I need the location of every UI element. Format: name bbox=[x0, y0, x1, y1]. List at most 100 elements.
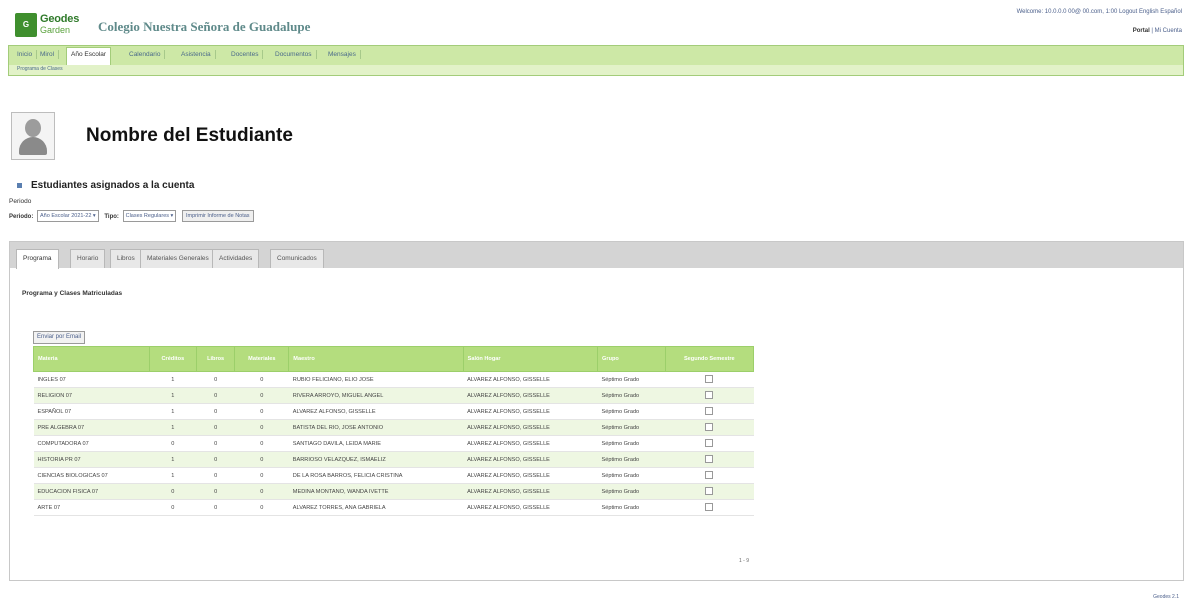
school-name: Colegio Nuestra Señora de Guadalupe bbox=[98, 19, 311, 34]
logo-mark-icon: G bbox=[15, 13, 37, 37]
table-cell bbox=[665, 371, 754, 388]
logo[interactable]: G Geodes Garden bbox=[15, 13, 85, 39]
semester-checkbox[interactable] bbox=[705, 502, 714, 511]
table-cell: 1 bbox=[149, 371, 197, 388]
table-cell: ALVAREZ ALFONSO, GISSELLE bbox=[463, 483, 598, 500]
table-cell: SANTIAGO DAVILA, LEIDA MARIE bbox=[288, 435, 464, 452]
table-cell: 0 bbox=[234, 483, 289, 500]
table-cell bbox=[665, 499, 754, 516]
nav-tab-5[interactable]: Asistencia bbox=[177, 50, 216, 59]
column-header-6[interactable]: Salón Hogar bbox=[462, 346, 599, 372]
table-row: INGLES 07 1 0 0 RUBIO FELICIANO, ELIO JOSE AL… bbox=[33, 371, 754, 388]
table-cell: 0 bbox=[234, 419, 289, 436]
panel-tab-6[interactable]: Comunicados bbox=[270, 249, 324, 268]
table-cell: 1 bbox=[149, 403, 197, 420]
table-cell bbox=[665, 451, 754, 468]
table-cell: 0 bbox=[234, 467, 289, 484]
nav-tab-1[interactable]: Inicio bbox=[13, 50, 38, 59]
table-cell: 0 bbox=[196, 403, 235, 420]
table-row: RELIGION 07 1 0 0 RIVERA ARROYO, MIGUEL ANGE… bbox=[33, 387, 754, 404]
semester-checkbox[interactable] bbox=[705, 486, 714, 495]
table-cell: INGLES 07 bbox=[33, 371, 150, 388]
assigned-students-heading[interactable]: Estudiantes asignados a la cuenta bbox=[17, 180, 194, 191]
table-row: ARTE 07 0 0 0 ALVAREZ TORRES, ANA GABRIELA AL… bbox=[33, 499, 754, 516]
table-cell: 0 bbox=[196, 387, 235, 404]
student-name: Nombre del Estudiante bbox=[86, 125, 293, 146]
portal-links: Portal | Mi Cuenta bbox=[1133, 28, 1182, 34]
tipo-select[interactable]: Clases Regulares ▾ bbox=[122, 210, 177, 222]
table-cell: ARTE 07 bbox=[33, 499, 150, 516]
table-cell: Séptimo Grado bbox=[597, 435, 666, 452]
nav-tab-8[interactable]: Mensajes bbox=[324, 50, 361, 59]
column-header-2[interactable]: Créditos bbox=[148, 346, 197, 372]
table-row: COMPUTADORA 07 0 0 0 SANTIAGO DAVILA, LEIDA … bbox=[33, 435, 754, 452]
account-info[interactable]: Welcome: 10.0.0.0 00@ 00.com, 1:00 Logou… bbox=[1017, 9, 1182, 15]
table-cell: Séptimo Grado bbox=[597, 419, 666, 436]
nav-tab-7[interactable]: Documentos bbox=[271, 50, 317, 59]
table-cell: Séptimo Grado bbox=[597, 499, 666, 516]
table-cell bbox=[665, 419, 754, 436]
semester-checkbox[interactable] bbox=[705, 374, 714, 383]
semester-checkbox[interactable] bbox=[705, 470, 714, 479]
table-cell: 0 bbox=[234, 403, 289, 420]
nav-tab-2[interactable]: Mirol bbox=[36, 50, 60, 59]
table-cell: COMPUTADORA 07 bbox=[33, 435, 150, 452]
table-cell: 0 bbox=[234, 371, 289, 388]
tipo-select-value: Clases Regulares bbox=[125, 213, 170, 219]
program-title: Programa y Clases Matriculadas bbox=[22, 290, 123, 297]
panel-tab-4[interactable]: Materiales Generales bbox=[140, 249, 216, 268]
table-cell: 0 bbox=[234, 499, 289, 516]
my-account-link[interactable]: | Mi Cuenta bbox=[1151, 28, 1182, 34]
column-header-8[interactable]: Segundo Semestre bbox=[664, 346, 755, 372]
table-cell: Séptimo Grado bbox=[597, 371, 666, 388]
table-cell: ALVAREZ ALFONSO, GISSELLE bbox=[463, 451, 598, 468]
subnav-programa-link[interactable]: Programa de Clases bbox=[17, 66, 63, 72]
column-header-7[interactable]: Grupo bbox=[597, 346, 666, 372]
avatar-body-icon bbox=[19, 137, 47, 155]
assigned-students-label: Estudiantes asignados a la cuenta bbox=[31, 180, 195, 191]
table-cell bbox=[665, 435, 754, 452]
nav-tab-6[interactable]: Docentes bbox=[227, 50, 264, 59]
tipo-field-label: Tipo: bbox=[104, 213, 119, 220]
table-cell: ALVAREZ ALFONSO, GISSELLE bbox=[463, 467, 598, 484]
print-report-button[interactable]: Imprimir Informe de Notas bbox=[181, 210, 254, 222]
table-cell: CIENCIAS BIOLOGICAS 07 bbox=[33, 467, 150, 484]
send-email-button[interactable]: Enviar por Email bbox=[33, 331, 86, 344]
panel-tab-5[interactable]: Actividades bbox=[212, 249, 260, 268]
semester-checkbox[interactable] bbox=[705, 454, 714, 463]
sub-nav: Programa de Clases bbox=[8, 65, 1184, 76]
semester-checkbox[interactable] bbox=[705, 406, 714, 415]
panel-tab-2[interactable]: Horario bbox=[70, 249, 106, 268]
table-cell: ALVAREZ TORRES, ANA GABRIELA bbox=[288, 499, 464, 516]
table-cell bbox=[665, 483, 754, 500]
table-cell: Séptimo Grado bbox=[597, 403, 666, 420]
table-cell: RIVERA ARROYO, MIGUEL ANGEL bbox=[288, 387, 464, 404]
bullet-icon bbox=[17, 182, 22, 188]
column-header-1[interactable]: Materia bbox=[33, 346, 150, 372]
column-header-5[interactable]: Maestro bbox=[288, 346, 464, 372]
periodo-select-value: Año Escolar 2021-22 bbox=[40, 213, 92, 219]
program-panel: Programa Horario Libros Materiales Generale… bbox=[9, 241, 1184, 581]
table-cell: Séptimo Grado bbox=[597, 387, 666, 404]
table-cell: 0 bbox=[196, 499, 235, 516]
table-cell: ESPAÑOL 07 bbox=[33, 403, 150, 420]
table-cell: BARRIOSO VELAZQUEZ, ISMAELIZ bbox=[288, 451, 464, 468]
periodo-select[interactable]: Año Escolar 2021-22 ▾ bbox=[37, 210, 99, 222]
portal-link[interactable]: Portal bbox=[1133, 28, 1150, 34]
table-cell: 0 bbox=[149, 483, 197, 500]
panel-tab-1[interactable]: Programa bbox=[16, 249, 59, 269]
table-cell: 1 bbox=[149, 419, 197, 436]
column-header-4[interactable]: Materiales bbox=[234, 346, 290, 372]
table-cell: DE LA ROSA BARROS, FELICIA CRISTINA bbox=[288, 467, 464, 484]
table-cell: ALVAREZ ALFONSO, GISSELLE bbox=[463, 387, 598, 404]
column-header-3[interactable]: Libros bbox=[195, 346, 236, 372]
panel-tab-3[interactable]: Libros bbox=[110, 249, 142, 268]
nav-tab-3[interactable]: Año Escolar bbox=[66, 47, 112, 65]
semester-checkbox[interactable] bbox=[705, 390, 714, 399]
table-cell: EDUCACION FISICA 07 bbox=[33, 483, 150, 500]
semester-checkbox[interactable] bbox=[705, 422, 714, 431]
semester-checkbox[interactable] bbox=[705, 438, 714, 447]
table-cell: Séptimo Grado bbox=[597, 483, 666, 500]
nav-tab-4[interactable]: Calendario bbox=[125, 50, 166, 59]
table-cell: RUBIO FELICIANO, ELIO JOSE bbox=[288, 371, 464, 388]
